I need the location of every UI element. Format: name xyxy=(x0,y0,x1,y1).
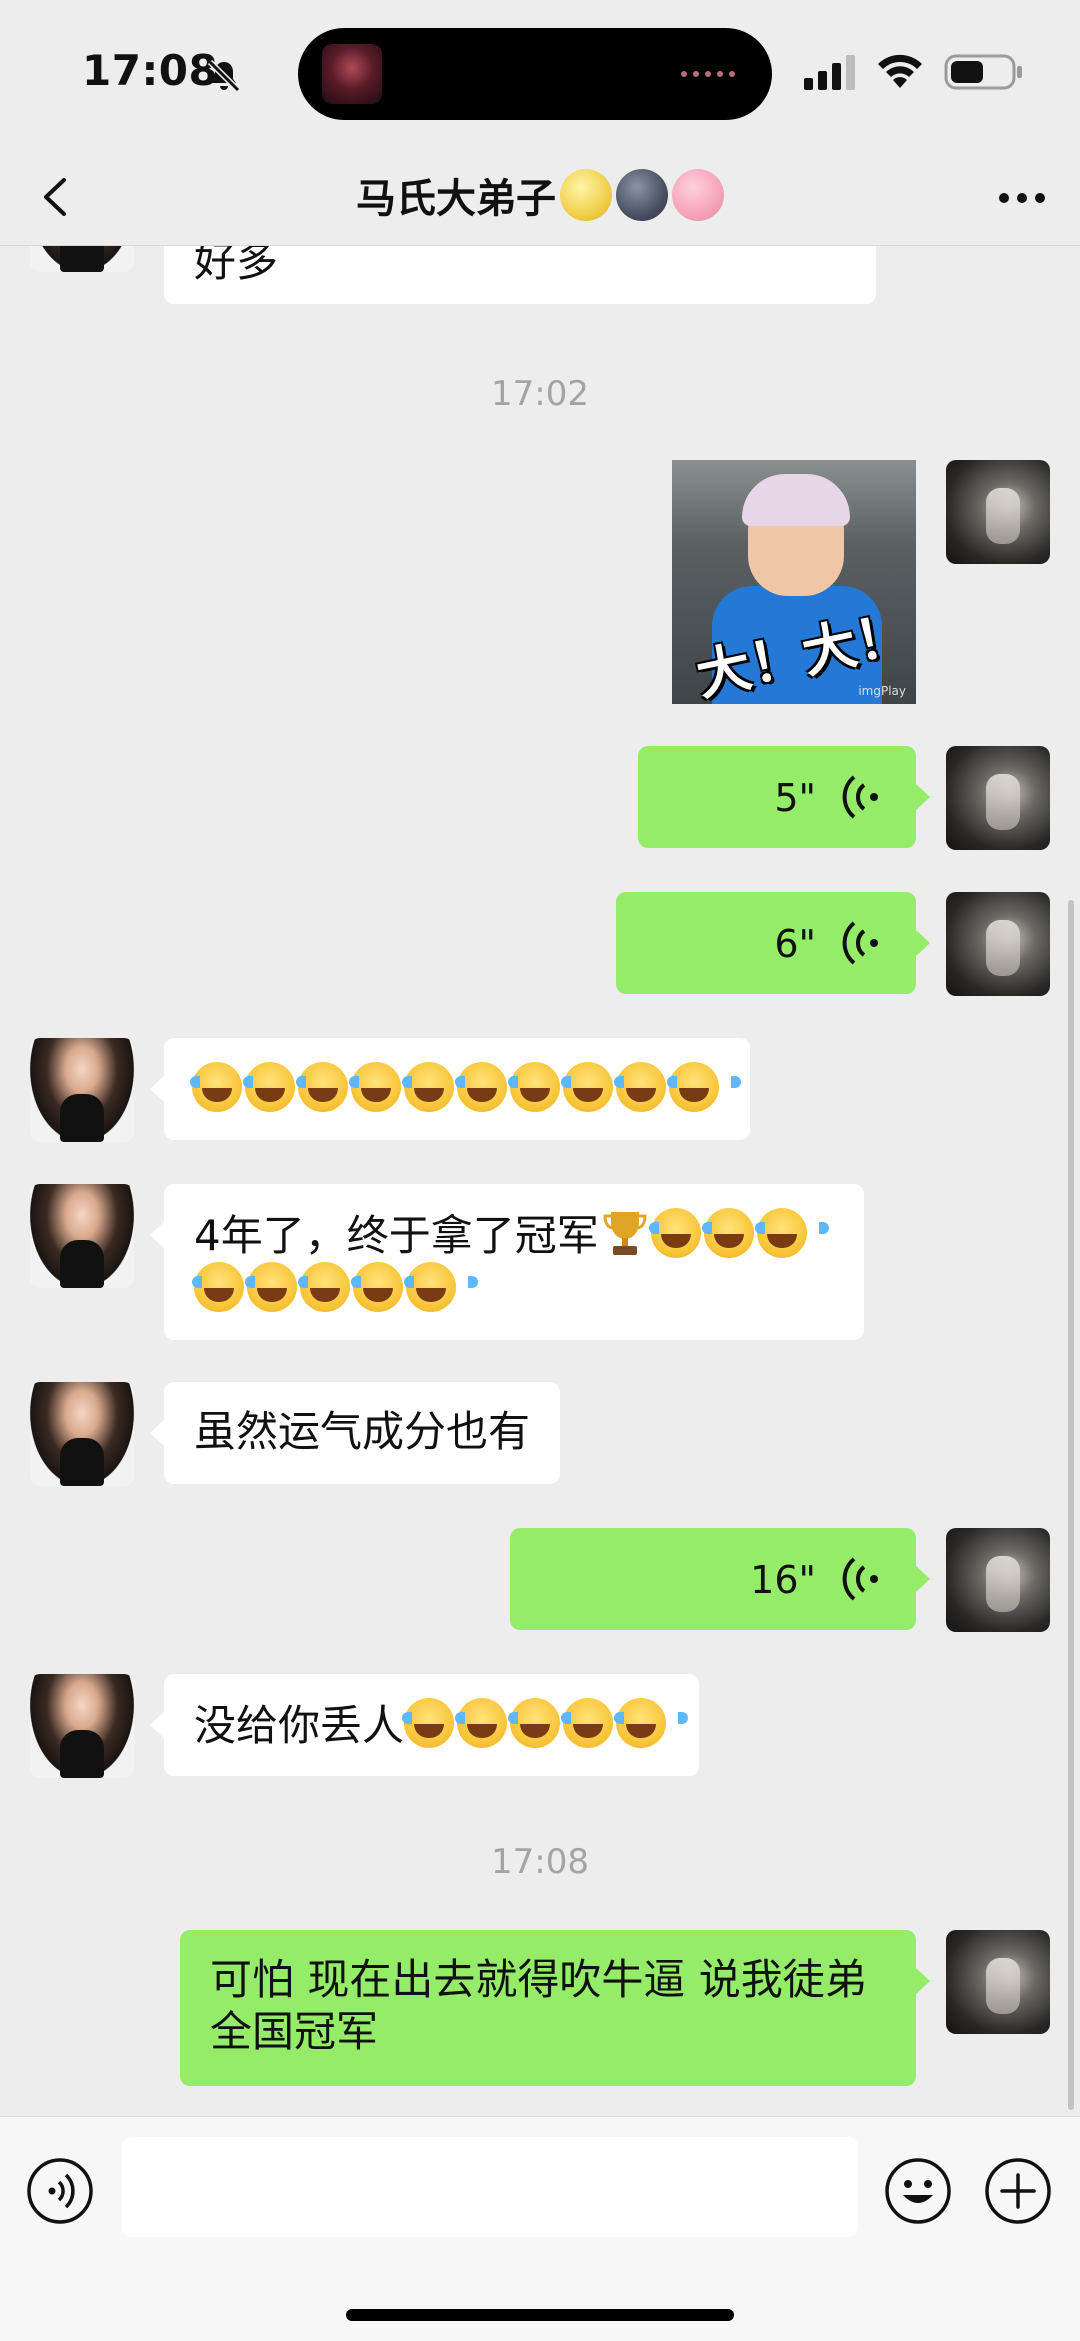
tears-of-joy-emoji xyxy=(192,1262,266,1312)
tears-of-joy-emoji xyxy=(245,1262,319,1312)
voice-wave-icon xyxy=(842,775,878,819)
avatar[interactable] xyxy=(946,460,1050,564)
sticker-figure-cap xyxy=(742,474,850,526)
message-bubble[interactable]: 好多 xyxy=(164,246,876,304)
tears-of-joy-emoji xyxy=(298,1262,372,1312)
message-text: 4年了，终于拿了冠军 xyxy=(194,1211,599,1260)
tears-of-joy-emoji xyxy=(614,1062,688,1112)
timestamp: 17:02 xyxy=(491,374,589,414)
tears-of-joy-emoji xyxy=(508,1698,583,1748)
tears-of-joy-emoji xyxy=(561,1062,635,1112)
new-moon-face-emoji xyxy=(616,169,668,221)
avatar[interactable] xyxy=(946,1930,1050,2034)
avatar[interactable] xyxy=(30,246,134,272)
timestamp: 17:08 xyxy=(491,1842,589,1882)
laughing-emoji-row xyxy=(190,1062,741,1114)
wifi-icon xyxy=(878,54,922,88)
now-playing-artwork xyxy=(322,44,382,104)
tears-of-joy-emoji xyxy=(508,1062,582,1112)
tears-of-joy-emoji xyxy=(190,1062,264,1112)
plus-circle-icon[interactable] xyxy=(984,2157,1052,2225)
voice-duration: 16" xyxy=(750,1558,816,1602)
tears-of-joy-emoji xyxy=(701,1208,776,1258)
message-bubble[interactable]: 可怕 现在出去就得吹牛逼 说我徒弟 全国冠军 xyxy=(180,1930,930,2086)
voice-duration: 5" xyxy=(774,776,816,820)
home-indicator[interactable] xyxy=(346,2309,734,2321)
message-list[interactable]: 好多 17:02 大！大！ imgPlay 5" 6" 4年了，终于拿了冠军 虽… xyxy=(0,246,1080,2116)
tears-of-joy-emoji xyxy=(402,1062,476,1112)
avatar[interactable] xyxy=(946,1528,1050,1632)
message-bubble[interactable]: 虽然运气成分也有 xyxy=(149,1382,561,1484)
message-text: 好多 xyxy=(194,246,279,286)
ellipsis-icon[interactable] xyxy=(994,176,1050,220)
avatar[interactable] xyxy=(946,746,1050,850)
bell-slash-icon xyxy=(207,59,241,93)
cellular-signal-icon xyxy=(804,55,855,90)
avatar[interactable] xyxy=(30,1382,134,1486)
status-time: 17:08 xyxy=(82,46,219,95)
dynamic-island[interactable] xyxy=(298,28,772,120)
tears-of-joy-emoji xyxy=(614,1698,689,1748)
message-bubble[interactable]: 没给你丢人 xyxy=(149,1674,700,1776)
smiley-icon[interactable] xyxy=(884,2157,952,2225)
tears-of-joy-emoji xyxy=(404,1262,478,1312)
tears-of-joy-emoji xyxy=(296,1062,370,1112)
voice-mode-icon[interactable] xyxy=(26,2157,94,2225)
tears-of-joy-emoji xyxy=(455,1698,530,1748)
message-bubble[interactable]: 4年了，终于拿了冠军 xyxy=(150,1184,864,1340)
voice-message-bubble[interactable]: 5" xyxy=(638,746,930,848)
tears-of-joy-emoji xyxy=(561,1698,636,1748)
message-input[interactable] xyxy=(122,2137,858,2237)
message-text-line: 全国冠军 xyxy=(210,2007,379,2056)
avatar[interactable] xyxy=(30,1038,134,1142)
sticker-image[interactable]: 大！大！ imgPlay xyxy=(672,460,916,704)
voice-wave-icon xyxy=(842,921,878,965)
message-text-line: 可怕 现在出去就得吹牛逼 说我徒弟 xyxy=(210,1955,867,2004)
voice-message-bubble[interactable]: 16" xyxy=(510,1528,930,1630)
tears-of-joy-emoji xyxy=(243,1062,317,1112)
sticker-watermark: imgPlay xyxy=(858,684,906,698)
chat-title: 马氏大弟子 xyxy=(0,166,1080,224)
scrollbar[interactable] xyxy=(1068,900,1074,2110)
battery-icon xyxy=(944,54,1022,90)
tears-of-joy-emoji xyxy=(402,1698,477,1748)
tears-of-joy-emoji xyxy=(455,1062,529,1112)
voice-message-bubble[interactable]: 6" xyxy=(616,892,930,994)
full-moon-face-emoji xyxy=(560,169,612,221)
message-bubble[interactable] xyxy=(150,1038,750,1140)
tears-of-joy-emoji xyxy=(351,1262,425,1312)
trophy-emoji xyxy=(603,1212,647,1255)
avatar[interactable] xyxy=(946,892,1050,996)
tears-of-joy-emoji xyxy=(667,1062,741,1112)
message-text: 虽然运气成分也有 xyxy=(194,1407,531,1456)
tears-of-joy-emoji xyxy=(349,1062,423,1112)
message-text: 没给你丢人 xyxy=(194,1701,405,1750)
input-bar xyxy=(0,2116,1080,2341)
chat-header: 马氏大弟子 xyxy=(0,150,1080,246)
tears-of-joy-emoji xyxy=(754,1208,829,1258)
chat-title-text: 马氏大弟子 xyxy=(356,176,556,222)
pig-face-emoji xyxy=(672,169,724,221)
tears-of-joy-emoji xyxy=(648,1208,723,1258)
status-bar: 17:08 xyxy=(0,0,1080,150)
avatar[interactable] xyxy=(30,1184,134,1288)
avatar[interactable] xyxy=(30,1674,134,1778)
voice-wave-icon xyxy=(842,1557,878,1601)
voice-duration: 6" xyxy=(774,922,816,966)
audio-waveform-icon xyxy=(681,71,735,77)
